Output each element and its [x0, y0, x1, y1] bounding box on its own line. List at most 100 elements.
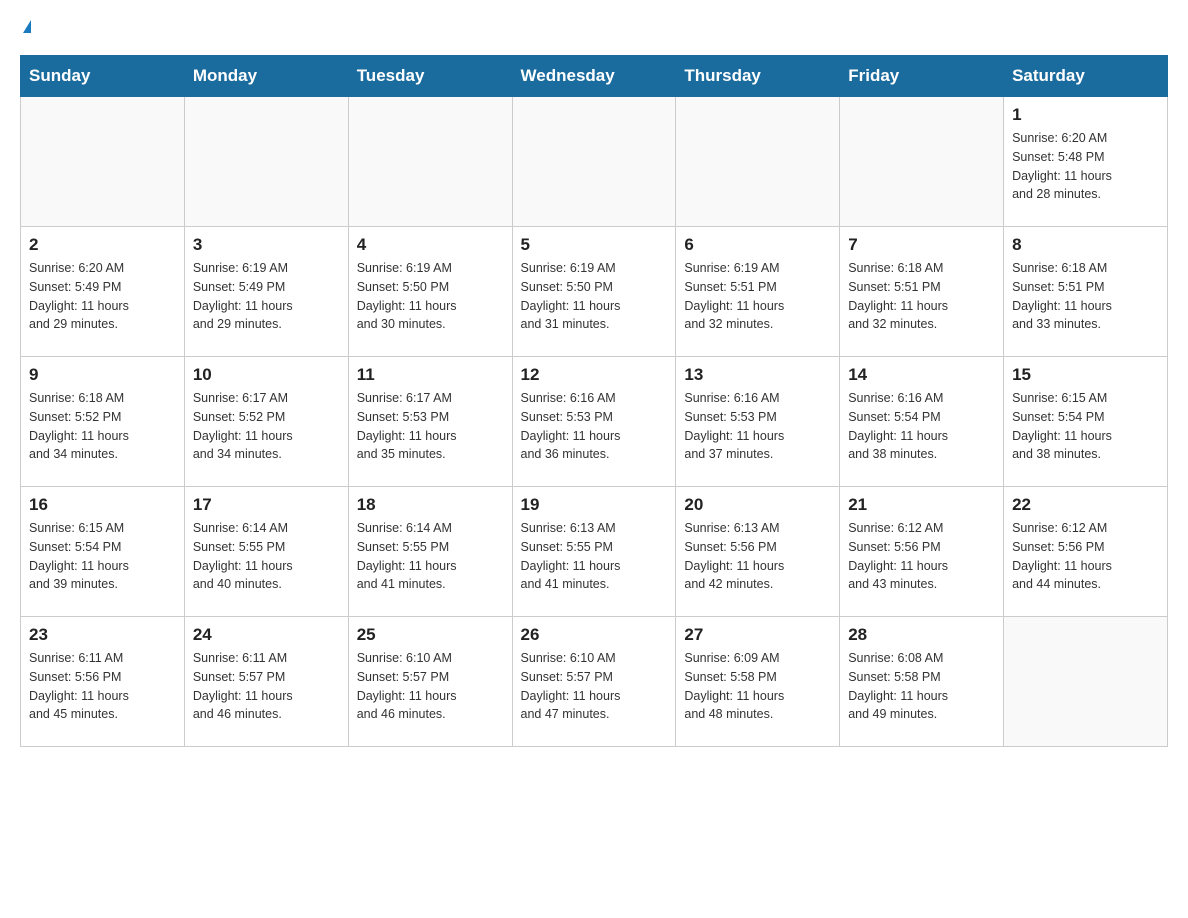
calendar-cell: 17 Sunrise: 6:14 AM Sunset: 5:55 PM Dayli…	[184, 487, 348, 617]
calendar-cell	[1004, 617, 1168, 747]
day-number: 26	[521, 625, 668, 645]
day-info: Sunrise: 6:12 AM Sunset: 5:56 PM Dayligh…	[1012, 519, 1159, 594]
day-number: 19	[521, 495, 668, 515]
calendar-week-row: 16 Sunrise: 6:15 AM Sunset: 5:54 PM Dayli…	[21, 487, 1168, 617]
day-info: Sunrise: 6:15 AM Sunset: 5:54 PM Dayligh…	[1012, 389, 1159, 464]
day-number: 12	[521, 365, 668, 385]
weekday-header-monday: Monday	[184, 56, 348, 97]
day-info: Sunrise: 6:17 AM Sunset: 5:52 PM Dayligh…	[193, 389, 340, 464]
day-info: Sunrise: 6:11 AM Sunset: 5:57 PM Dayligh…	[193, 649, 340, 724]
day-number: 17	[193, 495, 340, 515]
day-info: Sunrise: 6:19 AM Sunset: 5:51 PM Dayligh…	[684, 259, 831, 334]
day-number: 11	[357, 365, 504, 385]
day-info: Sunrise: 6:16 AM Sunset: 5:53 PM Dayligh…	[521, 389, 668, 464]
weekday-header-row: SundayMondayTuesdayWednesdayThursdayFrid…	[21, 56, 1168, 97]
logo-flag-icon	[23, 20, 31, 33]
day-number: 22	[1012, 495, 1159, 515]
weekday-header-sunday: Sunday	[21, 56, 185, 97]
day-info: Sunrise: 6:18 AM Sunset: 5:52 PM Dayligh…	[29, 389, 176, 464]
calendar-cell: 9 Sunrise: 6:18 AM Sunset: 5:52 PM Daylig…	[21, 357, 185, 487]
header	[20, 20, 1168, 35]
day-info: Sunrise: 6:20 AM Sunset: 5:48 PM Dayligh…	[1012, 129, 1159, 204]
day-info: Sunrise: 6:12 AM Sunset: 5:56 PM Dayligh…	[848, 519, 995, 594]
day-info: Sunrise: 6:20 AM Sunset: 5:49 PM Dayligh…	[29, 259, 176, 334]
day-number: 25	[357, 625, 504, 645]
day-number: 10	[193, 365, 340, 385]
calendar-cell: 18Sunrise: 6:14 AM Sunset: 5:55 PM Dayli…	[348, 487, 512, 617]
calendar-cell	[676, 97, 840, 227]
calendar-cell: 23Sunrise: 6:11 AM Sunset: 5:56 PM Dayli…	[21, 617, 185, 747]
day-info: Sunrise: 6:14 AM Sunset: 5:55 PM Dayligh…	[193, 519, 340, 594]
calendar-cell	[512, 97, 676, 227]
calendar-cell: 12 Sunrise: 6:16 AM Sunset: 5:53 PM Dayli…	[512, 357, 676, 487]
calendar-cell: 21 Sunrise: 6:12 AM Sunset: 5:56 PM Dayli…	[840, 487, 1004, 617]
calendar-cell: 16 Sunrise: 6:15 AM Sunset: 5:54 PM Dayli…	[21, 487, 185, 617]
day-number: 21	[848, 495, 995, 515]
calendar-cell: 8 Sunrise: 6:18 AM Sunset: 5:51 PM Daylig…	[1004, 227, 1168, 357]
day-number: 15	[1012, 365, 1159, 385]
calendar-cell	[184, 97, 348, 227]
day-number: 5	[521, 235, 668, 255]
calendar-cell	[348, 97, 512, 227]
day-number: 1	[1012, 105, 1159, 125]
day-number: 24	[193, 625, 340, 645]
calendar-cell: 1 Sunrise: 6:20 AM Sunset: 5:48 PM Daylig…	[1004, 97, 1168, 227]
calendar-cell: 27 Sunrise: 6:09 AM Sunset: 5:58 PM Dayli…	[676, 617, 840, 747]
day-info: Sunrise: 6:16 AM Sunset: 5:54 PM Dayligh…	[848, 389, 995, 464]
calendar-cell: 10 Sunrise: 6:17 AM Sunset: 5:52 PM Dayli…	[184, 357, 348, 487]
day-number: 3	[193, 235, 340, 255]
day-number: 9	[29, 365, 176, 385]
calendar-week-row: 9 Sunrise: 6:18 AM Sunset: 5:52 PM Daylig…	[21, 357, 1168, 487]
day-number: 16	[29, 495, 176, 515]
day-number: 13	[684, 365, 831, 385]
calendar-cell: 28 Sunrise: 6:08 AM Sunset: 5:58 PM Dayli…	[840, 617, 1004, 747]
calendar-cell: 14 Sunrise: 6:16 AM Sunset: 5:54 PM Dayli…	[840, 357, 1004, 487]
day-number: 20	[684, 495, 831, 515]
day-info: Sunrise: 6:19 AM Sunset: 5:50 PM Dayligh…	[521, 259, 668, 334]
day-number: 27	[684, 625, 831, 645]
calendar-cell: 24 Sunrise: 6:11 AM Sunset: 5:57 PM Dayli…	[184, 617, 348, 747]
calendar-cell: 11 Sunrise: 6:17 AM Sunset: 5:53 PM Dayli…	[348, 357, 512, 487]
calendar-body: 1 Sunrise: 6:20 AM Sunset: 5:48 PM Daylig…	[21, 97, 1168, 747]
weekday-header-wednesday: Wednesday	[512, 56, 676, 97]
calendar-week-row: 2 Sunrise: 6:20 AM Sunset: 5:49 PM Daylig…	[21, 227, 1168, 357]
calendar-cell: 6Sunrise: 6:19 AM Sunset: 5:51 PM Daylig…	[676, 227, 840, 357]
day-info: Sunrise: 6:09 AM Sunset: 5:58 PM Dayligh…	[684, 649, 831, 724]
day-info: Sunrise: 6:14 AM Sunset: 5:55 PM Dayligh…	[357, 519, 504, 594]
day-number: 23	[29, 625, 176, 645]
day-info: Sunrise: 6:15 AM Sunset: 5:54 PM Dayligh…	[29, 519, 176, 594]
calendar-cell: 15 Sunrise: 6:15 AM Sunset: 5:54 PM Dayli…	[1004, 357, 1168, 487]
day-number: 2	[29, 235, 176, 255]
calendar-cell: 3 Sunrise: 6:19 AM Sunset: 5:49 PM Daylig…	[184, 227, 348, 357]
calendar-cell: 7 Sunrise: 6:18 AM Sunset: 5:51 PM Daylig…	[840, 227, 1004, 357]
day-number: 14	[848, 365, 995, 385]
day-info: Sunrise: 6:10 AM Sunset: 5:57 PM Dayligh…	[357, 649, 504, 724]
calendar-cell: 4Sunrise: 6:19 AM Sunset: 5:50 PM Daylig…	[348, 227, 512, 357]
calendar-week-row: 1 Sunrise: 6:20 AM Sunset: 5:48 PM Daylig…	[21, 97, 1168, 227]
weekday-header-thursday: Thursday	[676, 56, 840, 97]
calendar-cell	[840, 97, 1004, 227]
calendar-header: SundayMondayTuesdayWednesdayThursdayFrid…	[21, 56, 1168, 97]
day-info: Sunrise: 6:17 AM Sunset: 5:53 PM Dayligh…	[357, 389, 504, 464]
day-number: 28	[848, 625, 995, 645]
day-number: 4	[357, 235, 504, 255]
calendar-cell	[21, 97, 185, 227]
calendar-week-row: 23Sunrise: 6:11 AM Sunset: 5:56 PM Dayli…	[21, 617, 1168, 747]
logo	[20, 20, 50, 35]
weekday-header-friday: Friday	[840, 56, 1004, 97]
day-info: Sunrise: 6:10 AM Sunset: 5:57 PM Dayligh…	[521, 649, 668, 724]
day-info: Sunrise: 6:19 AM Sunset: 5:49 PM Dayligh…	[193, 259, 340, 334]
calendar-cell: 26 Sunrise: 6:10 AM Sunset: 5:57 PM Dayli…	[512, 617, 676, 747]
day-info: Sunrise: 6:08 AM Sunset: 5:58 PM Dayligh…	[848, 649, 995, 724]
day-number: 7	[848, 235, 995, 255]
calendar-cell: 22 Sunrise: 6:12 AM Sunset: 5:56 PM Dayli…	[1004, 487, 1168, 617]
day-info: Sunrise: 6:13 AM Sunset: 5:56 PM Dayligh…	[684, 519, 831, 594]
calendar-table: SundayMondayTuesdayWednesdayThursdayFrid…	[20, 55, 1168, 747]
day-info: Sunrise: 6:18 AM Sunset: 5:51 PM Dayligh…	[1012, 259, 1159, 334]
day-info: Sunrise: 6:13 AM Sunset: 5:55 PM Dayligh…	[521, 519, 668, 594]
calendar-cell: 2 Sunrise: 6:20 AM Sunset: 5:49 PM Daylig…	[21, 227, 185, 357]
calendar-cell: 20 Sunrise: 6:13 AM Sunset: 5:56 PM Dayli…	[676, 487, 840, 617]
day-number: 8	[1012, 235, 1159, 255]
calendar-cell: 5 Sunrise: 6:19 AM Sunset: 5:50 PM Daylig…	[512, 227, 676, 357]
day-info: Sunrise: 6:18 AM Sunset: 5:51 PM Dayligh…	[848, 259, 995, 334]
